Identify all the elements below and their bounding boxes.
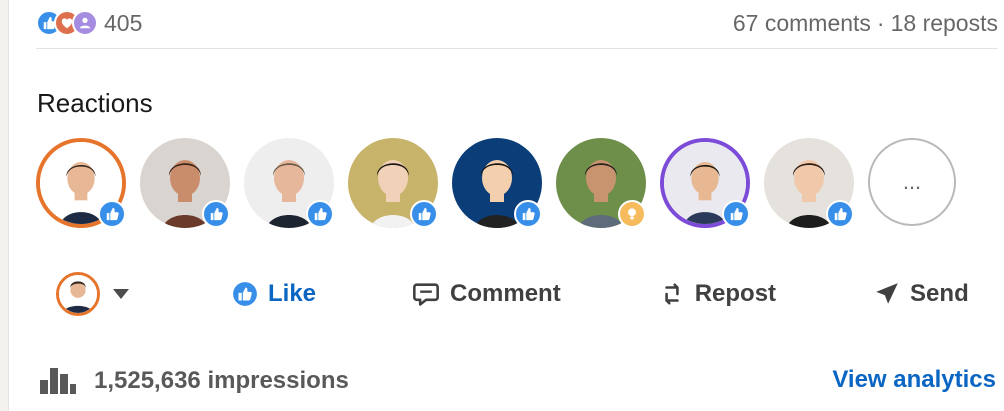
repost-label: Repost <box>694 280 777 307</box>
engagement-counts: 67 comments · 18 reposts <box>733 10 998 37</box>
divider <box>36 48 998 49</box>
impressions-row: 1,525,636 impressions <box>38 366 349 396</box>
caret-down-icon <box>113 289 129 299</box>
separator: · <box>876 9 885 36</box>
view-analytics-link[interactable]: View analytics <box>832 366 996 394</box>
impressions-count: 1,525,636 impressions <box>94 367 349 394</box>
like-icon <box>306 200 334 228</box>
like-icon <box>233 282 257 306</box>
comment-button[interactable]: Comment <box>412 280 561 308</box>
reactor-avatar[interactable] <box>244 138 334 228</box>
comment-label: Comment <box>450 280 561 307</box>
reactions-heading: Reactions <box>37 88 153 118</box>
reaction-count[interactable]: 405 <box>104 10 142 37</box>
self-avatar <box>56 272 100 316</box>
like-icon <box>514 200 542 228</box>
support-icon <box>72 10 98 36</box>
reactor-avatar[interactable] <box>556 138 646 228</box>
comments-count-link[interactable]: 67 comments <box>733 10 871 37</box>
like-icon <box>722 200 750 228</box>
send-button[interactable]: Send <box>874 280 969 308</box>
social-counts-row: 405 67 comments · 18 reposts <box>36 0 998 46</box>
reactor-avatar[interactable] <box>36 138 126 228</box>
reactor-avatar[interactable] <box>452 138 542 228</box>
actor-switcher[interactable] <box>56 272 176 316</box>
post-actions-bar: Like Comment Repost Send <box>36 266 998 322</box>
comment-icon <box>413 283 439 306</box>
repost-button[interactable]: Repost <box>659 280 776 308</box>
reactions-avatar-list: ... <box>36 138 956 228</box>
repost-icon <box>664 283 679 305</box>
reactor-avatar[interactable] <box>348 138 438 228</box>
like-icon <box>410 200 438 228</box>
like-icon <box>98 200 126 228</box>
like-icon <box>826 200 854 228</box>
send-label: Send <box>910 280 969 307</box>
left-border <box>0 0 9 411</box>
reactor-avatar[interactable] <box>660 138 750 228</box>
more-reactions-button[interactable]: ... <box>868 138 956 226</box>
like-button[interactable]: Like <box>232 280 316 308</box>
analytics-bar-chart-icon <box>40 368 76 394</box>
reactor-avatar[interactable] <box>764 138 854 228</box>
like-label: Like <box>268 280 317 307</box>
insightful-icon <box>618 200 646 228</box>
reposts-count-link[interactable]: 18 reposts <box>891 10 998 37</box>
reaction-summary[interactable]: 405 <box>36 10 142 37</box>
like-icon <box>202 200 230 228</box>
send-icon <box>876 283 898 304</box>
more-label: ... <box>902 169 922 194</box>
reactor-avatar[interactable] <box>140 138 230 228</box>
